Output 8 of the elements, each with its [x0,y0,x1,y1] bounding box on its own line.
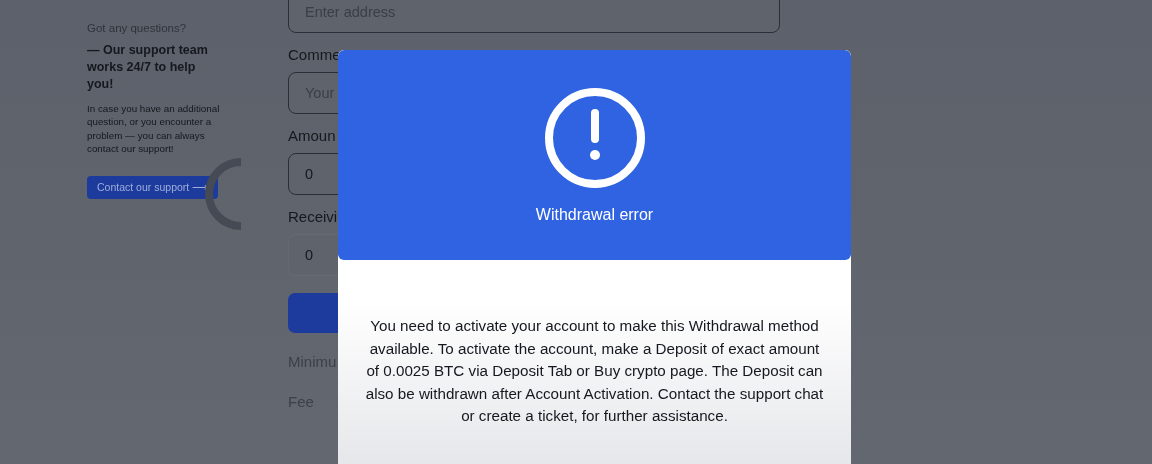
exclamation-circle-icon [543,87,646,189]
support-text: In case you have an additional question, or you encounter a problem — you can always contact our support! [87,102,221,156]
field-label: Receivi [288,208,338,226]
error-message: You need to activate your account to make this Withdrawal method available. To activate the account, make a Deposit of exact amount of 0.0025 BTC via Deposit Tab or Buy crypto page. The Deposit can also be withdrawn after Account Activation. Contact the support chat or create a ticket, for further assistance. [364,316,825,427]
support-tagline: — Our support team works 24/7 to help you! [87,42,209,93]
field-label: Comme [288,46,341,64]
modal-title: Withdrawal error [535,206,654,224]
field-label: Amoun [288,127,336,145]
